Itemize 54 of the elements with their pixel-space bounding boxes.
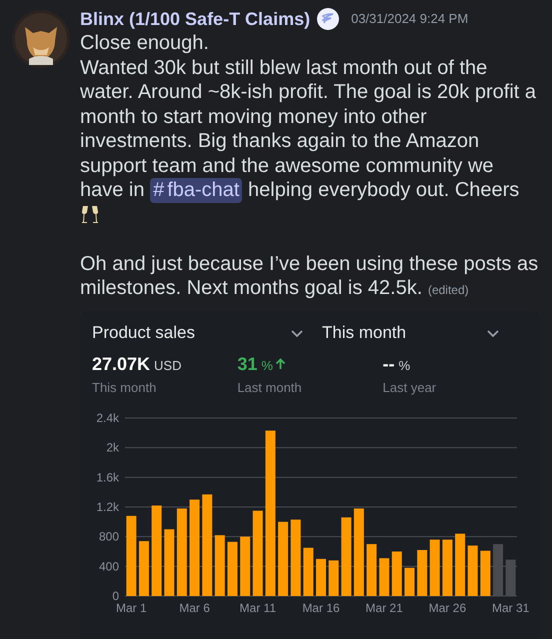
period-dropdown[interactable]: This month [322, 320, 500, 346]
message-text: Close enough. [80, 31, 210, 56]
badge-icon [317, 8, 340, 30]
bar [366, 544, 377, 596]
y-tick-label: 1.2k [96, 500, 119, 514]
stat-unit: USD [154, 356, 182, 374]
bar [455, 534, 466, 596]
x-tick-label: Mar 1 [116, 601, 147, 615]
x-tick-label: Mar 26 [428, 601, 466, 615]
message-text: Wanted 30k but still blew last month out of the water. Around ~8k-ish profit. The goal is 20k profit a month to start moving money into other investments. Big thanks again to the Amazon support team and the awesome community we have in #fba-chat helping everybody out. Cheers [80, 56, 542, 227]
x-tick-label: Mar 11 [240, 601, 276, 615]
bar [227, 542, 238, 596]
username[interactable]: Blinx (1/100 Safe-T Claims) [80, 6, 310, 32]
bar [392, 552, 402, 596]
metric-dropdown[interactable]: Product sales [92, 320, 310, 346]
message-text: Oh and just because I’ve been using these posts as milestones. Next months goal is 42.5k. (edited) [80, 252, 540, 301]
chevron-down-icon [486, 328, 500, 338]
stat-value: -- [382, 352, 395, 376]
bar [404, 568, 415, 596]
stat-label: Last year [382, 378, 438, 397]
bar [164, 529, 174, 596]
chevron-down-icon [290, 328, 304, 338]
stat-label: This month [92, 378, 158, 396]
x-tick-label: Mar 31 [492, 601, 530, 615]
bar [214, 535, 225, 596]
timestamp: 03/31/2024 9:24 PM [351, 10, 468, 28]
arrow-up-icon [274, 358, 286, 370]
stat-label: Last month [237, 378, 303, 396]
stat-value: 31 [237, 352, 258, 376]
bar [417, 550, 428, 596]
stat-unit: % [261, 356, 273, 374]
y-tick-label: 0 [112, 589, 119, 603]
y-tick-label: 1.6k [96, 470, 119, 484]
y-tick-label: 800 [98, 530, 119, 544]
stat-value: 27.07K [92, 352, 150, 376]
x-tick-label: Mar 21 [366, 601, 403, 615]
bar [379, 558, 390, 596]
bar [328, 560, 339, 596]
bar [138, 541, 149, 596]
stat-unit: % [398, 356, 410, 374]
bar [480, 550, 490, 596]
x-tick-label: Mar 16 [302, 601, 340, 615]
y-tick-label: 2k [106, 440, 119, 455]
bar [468, 546, 478, 596]
bar [316, 558, 326, 596]
y-tick-label: 2.4k [96, 411, 119, 425]
bar [430, 540, 440, 596]
bar [303, 548, 314, 596]
channel-link[interactable]: #fba-chat [150, 178, 242, 202]
champagne-glasses-icon [80, 204, 100, 224]
y-tick-label: 400 [98, 559, 119, 574]
x-tick-label: Mar 6 [179, 601, 210, 615]
bar [240, 536, 250, 596]
bar [442, 540, 452, 596]
